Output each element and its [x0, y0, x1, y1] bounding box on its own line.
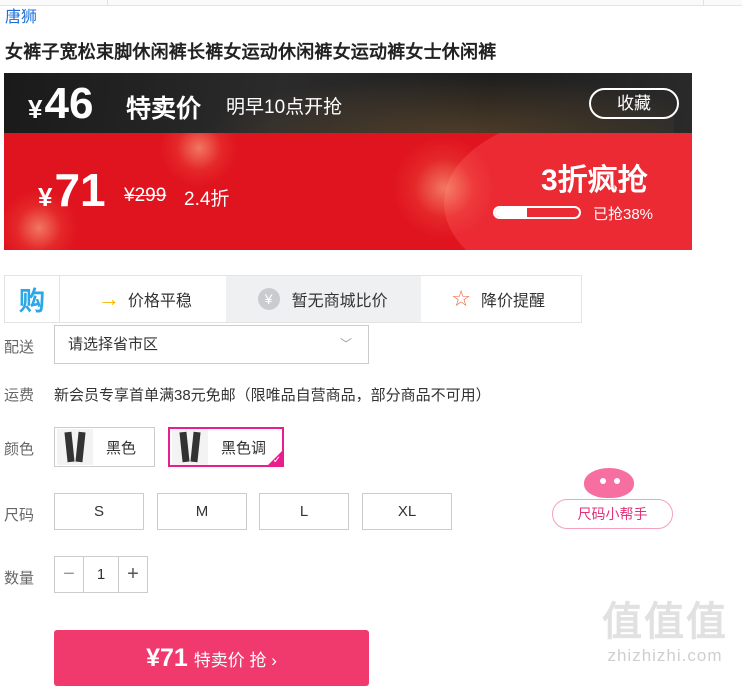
chevron-down-icon: ﹀	[339, 337, 352, 351]
address-select[interactable]: 请选择省市区 ﹀	[54, 325, 369, 364]
presale-price-value: 46	[44, 79, 94, 128]
size-option-l[interactable]: L	[259, 493, 349, 530]
quantity-plus-button[interactable]: +	[119, 557, 147, 592]
sold-progress-fill	[495, 208, 527, 217]
quantity-stepper: − 1 +	[54, 556, 148, 593]
shipping-text: 新会员专享首单满38元免邮（限唯品自营商品，部分商品不可用）	[54, 387, 491, 404]
buy-button-label: 特卖价 抢 ›	[193, 651, 277, 670]
star-outline-icon: ☆	[451, 286, 472, 311]
address-select-value: 请选择省市区	[68, 336, 159, 353]
presale-price: ¥46	[28, 79, 93, 129]
price-trend-label: 价格平稳	[127, 293, 192, 310]
flash-sale-banner: ¥71 ¥299 2.4折 3折疯抢 已抢38%	[4, 133, 692, 250]
price-tools-bar: 购 → 价格平稳 ¥ 暂无商城比价 ☆ 降价提醒	[4, 275, 582, 323]
site-watermark: 值值值 zhizhizhi.com	[592, 598, 738, 666]
gou-logo[interactable]: 购	[5, 276, 60, 322]
color-swatch-thumbnail	[57, 429, 93, 465]
size-helper-mascot-icon[interactable]	[578, 462, 638, 500]
currency-symbol: ¥	[38, 182, 53, 212]
yen-coin-icon: ¥	[257, 288, 280, 310]
firework-decoration	[384, 133, 504, 248]
color-option-black[interactable]: 黑色	[54, 427, 155, 467]
buy-button[interactable]: ¥71 特卖价 抢 ›	[54, 630, 369, 686]
size-option-m[interactable]: M	[157, 493, 247, 530]
size-label: 尺码	[4, 507, 35, 524]
size-option-s[interactable]: S	[54, 493, 144, 530]
color-label: 颜色	[4, 441, 35, 458]
size-helper-button[interactable]: 尺码小帮手	[552, 499, 673, 529]
watermark-logo: 值值值	[602, 600, 728, 644]
sold-progress-text: 已抢38%	[593, 206, 654, 223]
sale-price-value: 71	[54, 164, 106, 216]
collect-button[interactable]: 收藏	[589, 88, 679, 119]
shipping-label: 运费	[4, 387, 35, 404]
price-alert-tool[interactable]: ☆ 降价提醒	[421, 276, 581, 322]
watermark-url: zhizhizhi.com	[607, 646, 723, 665]
discount-rate: 2.4折	[184, 189, 230, 210]
delivery-label: 配送	[4, 339, 35, 356]
price-compare-label: 暂无商城比价	[291, 293, 388, 310]
sale-price: ¥71	[38, 163, 106, 217]
presale-banner: ¥46 特卖价 明早10点开抢 收藏	[4, 73, 692, 133]
brand-link[interactable]: 唐狮	[5, 3, 37, 27]
currency-symbol: ¥	[28, 94, 43, 124]
sold-progress-bar	[493, 206, 581, 219]
quantity-minus-button[interactable]: −	[55, 557, 83, 592]
presale-time-note: 明早10点开抢	[226, 97, 343, 118]
gou-logo-icon: 购	[18, 285, 45, 316]
price-compare-tool[interactable]: ¥ 暂无商城比价	[225, 276, 422, 322]
flash-sale-label: 3折疯抢	[541, 164, 648, 197]
quantity-label: 数量	[4, 570, 35, 587]
color-swatch-thumbnail	[172, 429, 208, 465]
product-title: 女裤子宽松束脚休闲裤长裤女运动休闲裤女运动裤女士休闲裤	[5, 42, 497, 62]
color-option-label: 黑色	[106, 439, 137, 457]
price-alert-label: 降价提醒	[481, 293, 546, 310]
arrow-right-icon: →	[97, 286, 120, 311]
size-option-xl[interactable]: XL	[362, 493, 452, 530]
color-option-label: 黑色调	[221, 439, 267, 457]
buy-button-price: ¥71	[146, 644, 188, 672]
top-tab-strip	[0, 0, 742, 6]
quantity-value[interactable]: 1	[83, 557, 119, 592]
presale-label: 特卖价	[126, 95, 202, 123]
original-price: ¥299	[124, 185, 167, 206]
color-option-black-tone[interactable]: 黑色调 ✓	[168, 427, 284, 467]
price-trend-tool[interactable]: → 价格平稳	[60, 276, 226, 322]
check-icon: ✓	[272, 455, 281, 466]
